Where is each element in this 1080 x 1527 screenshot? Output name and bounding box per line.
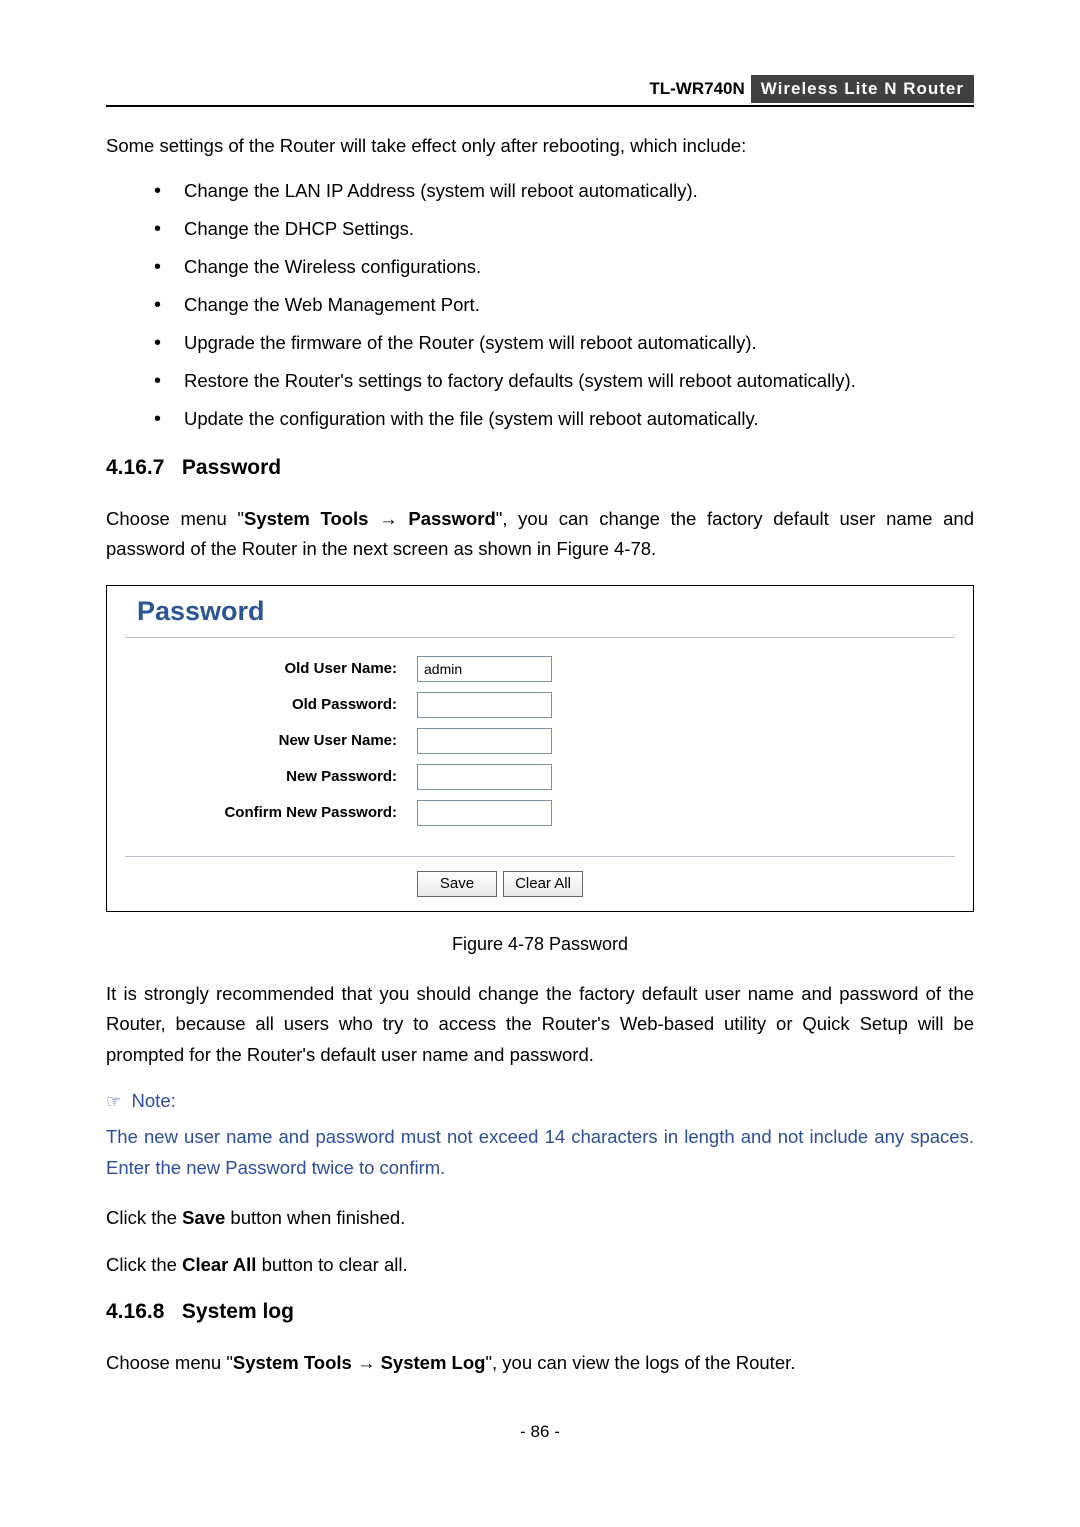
label-old-pass: Old Password: xyxy=(107,696,417,713)
list-item: Upgrade the firmware of the Router (syst… xyxy=(154,332,974,354)
row-old-user: Old User Name: xyxy=(107,656,973,682)
clear-all-button[interactable]: Clear All xyxy=(503,871,583,897)
save-button[interactable]: Save xyxy=(417,871,497,897)
panel-title: Password xyxy=(107,586,973,633)
text: Click the xyxy=(106,1207,182,1228)
text: ", you can view the logs of the Router. xyxy=(485,1352,795,1373)
old-user-input[interactable] xyxy=(417,656,552,682)
intro-text: Some settings of the Router will take ef… xyxy=(106,131,974,162)
menu-path-2: Password xyxy=(408,508,495,529)
label-new-pass: New Password: xyxy=(107,768,417,785)
section-title: System log xyxy=(182,1300,294,1323)
figure-password-panel: Password Old User Name: Old Password: Ne… xyxy=(106,585,974,912)
click-clear-paragraph: Click the Clear All button to clear all. xyxy=(106,1250,974,1281)
hand-point-icon: ☞ xyxy=(106,1092,121,1111)
section-title: Password xyxy=(182,456,281,479)
menu-path-1: System Tools xyxy=(244,508,368,529)
list-item: Change the Wireless configurations. xyxy=(154,256,974,278)
panel-separator xyxy=(125,856,955,857)
page-number: - 86 - xyxy=(0,1422,1080,1442)
list-item: Update the configuration with the file (… xyxy=(154,408,974,430)
new-password-input[interactable] xyxy=(417,764,552,790)
bold-text: Clear All xyxy=(182,1254,256,1275)
text: button to clear all. xyxy=(256,1254,407,1275)
menu-path-1: System Tools xyxy=(233,1352,352,1373)
list-item: Change the LAN IP Address (system will r… xyxy=(154,180,974,202)
old-password-input[interactable] xyxy=(417,692,552,718)
button-row: Save Clear All xyxy=(107,871,973,911)
note-label: Note: xyxy=(132,1090,176,1111)
password-lead-paragraph: Choose menu "System Tools → Password", y… xyxy=(106,504,974,565)
row-confirm-pass: Confirm New Password: xyxy=(107,800,973,826)
label-old-user: Old User Name: xyxy=(107,660,417,677)
confirm-password-input[interactable] xyxy=(417,800,552,826)
password-form: Old User Name: Old Password: New User Na… xyxy=(107,652,973,840)
bold-text: Save xyxy=(182,1207,225,1228)
arrow-icon: → xyxy=(352,1352,381,1373)
panel-separator xyxy=(125,637,955,638)
text: Choose menu " xyxy=(106,508,244,529)
header-product: Wireless Lite N Router xyxy=(751,75,974,103)
reboot-bullet-list: Change the LAN IP Address (system will r… xyxy=(106,180,974,430)
click-save-paragraph: Click the Save button when finished. xyxy=(106,1203,974,1234)
menu-path-2: System Log xyxy=(381,1352,486,1373)
label-confirm-pass: Confirm New Password: xyxy=(107,804,417,821)
text: Click the xyxy=(106,1254,182,1275)
header-rule xyxy=(106,105,974,107)
list-item: Restore the Router's settings to factory… xyxy=(154,370,974,392)
row-new-pass: New Password: xyxy=(107,764,973,790)
text: button when finished. xyxy=(225,1207,405,1228)
note-body: The new user name and password must not … xyxy=(106,1122,974,1183)
page-header: TL-WR740N Wireless Lite N Router xyxy=(106,75,974,103)
arrow-icon: → xyxy=(368,508,408,529)
section-number: 4.16.7 xyxy=(106,456,164,479)
label-new-user: New User Name: xyxy=(107,732,417,749)
row-old-pass: Old Password: xyxy=(107,692,973,718)
figure-caption: Figure 4-78 Password xyxy=(106,934,974,955)
syslog-lead-paragraph: Choose menu "System Tools → System Log",… xyxy=(106,1348,974,1379)
new-user-input[interactable] xyxy=(417,728,552,754)
row-new-user: New User Name: xyxy=(107,728,973,754)
list-item: Change the Web Management Port. xyxy=(154,294,974,316)
text: Choose menu " xyxy=(106,1352,233,1373)
header-model: TL-WR740N xyxy=(649,79,750,99)
recommend-paragraph: It is strongly recommended that you shou… xyxy=(106,979,974,1071)
section-number: 4.16.8 xyxy=(106,1300,164,1323)
list-item: Change the DHCP Settings. xyxy=(154,218,974,240)
section-heading-password: 4.16.7 Password xyxy=(106,456,974,480)
note-heading: ☞ Note: xyxy=(106,1090,974,1112)
section-heading-syslog: 4.16.8 System log xyxy=(106,1300,974,1324)
